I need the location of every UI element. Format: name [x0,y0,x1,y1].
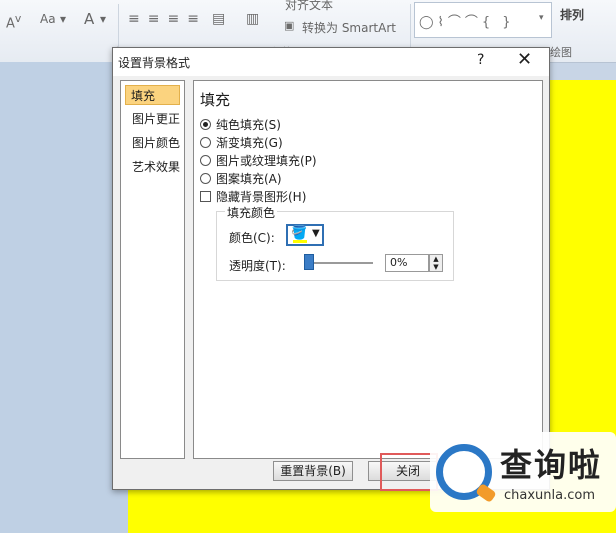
radio-selected[interactable] [200,118,211,130]
spin-up-icon[interactable]: ▲ [430,255,442,263]
justify-icon[interactable]: ▤ [212,11,225,27]
watermark-url: chaxunla.com [504,488,595,503]
color-swatch [293,240,307,243]
group-title: 填充颜色 [225,204,278,221]
option-label: 图片或纹理填充(P) [216,153,317,168]
align-icons[interactable]: ≡≡≡≡ [128,11,207,27]
format-background-dialog: 设置背景格式 ? ✕ 填充 图片更正 图片颜色 艺术效果 填充 纯色填充(S) … [112,47,550,491]
picture-texture-fill-option[interactable]: 图片或纹理填充(P) [200,152,317,168]
transparency-slider-track[interactable] [307,262,373,264]
shapes-gallery[interactable]: ◯⌇⌒⌒{ } ▾ [414,2,552,38]
nav-item-picture-corrections[interactable]: 图片更正 [128,109,183,129]
checkbox[interactable] [200,190,211,202]
nav-item-fill[interactable]: 填充 [125,85,180,105]
columns-icon[interactable]: ▥ [246,11,259,27]
shapes-icon[interactable]: ◯⌇⌒⌒{ } [419,11,515,30]
magnifier-logo-icon [436,444,492,500]
drawing-group-label: 绘图 [550,46,572,59]
workspace-background [0,62,128,533]
nav-item-artistic-effects[interactable]: 艺术效果 [128,157,183,177]
smartart-icon: ▣ [284,19,295,32]
fill-panel: 填充 纯色填充(S) 渐变填充(G) 图片或纹理填充(P) 图案填充(A) 隐藏… [193,80,543,459]
spin-down-icon[interactable]: ▼ [430,263,442,271]
reset-background-button[interactable]: 重置背景(B) [273,461,353,481]
option-label: 渐变填充(G) [216,135,283,150]
paint-bucket-icon: 🪣 [291,226,308,241]
arrange-button[interactable]: 排列 [560,6,584,23]
pattern-fill-option[interactable]: 图案填充(A) [200,170,282,186]
align-text-button[interactable]: 对齐文本 [285,0,333,13]
smartart-button[interactable]: 转换为 SmartArt [302,19,396,36]
hide-background-graphics-option[interactable]: 隐藏背景图形(H) [200,188,306,204]
option-label: 隐藏背景图形(H) [216,189,307,204]
help-button[interactable]: ? [477,52,484,68]
radio-unselected[interactable] [200,154,211,166]
gradient-fill-option[interactable]: 渐变填充(G) [200,134,283,150]
font-size-icon[interactable]: Av [6,12,21,31]
radio-unselected[interactable] [200,136,211,148]
dialog-title: 设置背景格式 [118,56,191,70]
section-title: 填充 [200,91,231,109]
category-list: 填充 图片更正 图片颜色 艺术效果 [120,80,185,459]
transparency-label: 透明度(T): [229,259,286,273]
transparency-input[interactable]: 0% [385,254,429,272]
fill-color-group: 填充颜色 颜色(C): 🪣 ▼ 透明度(T): 0% ▲ ▼ [216,204,454,281]
font-case-button[interactable]: Aa [40,12,56,26]
gallery-more-icon[interactable]: ▾ [539,13,544,23]
dialog-titlebar[interactable]: 设置背景格式 ? ✕ [113,48,549,76]
chevron-down-icon[interactable]: ▾ [60,12,66,26]
font-color-button[interactable]: A [84,10,94,28]
close-icon[interactable]: ✕ [517,49,532,70]
watermark-title: 查询啦 [500,446,603,484]
solid-fill-option[interactable]: 纯色填充(S) [200,116,281,132]
radio-unselected[interactable] [200,172,211,184]
transparency-spinner[interactable]: ▲ ▼ [429,254,443,272]
option-label: 纯色填充(S) [216,117,281,132]
color-label: 颜色(C): [229,231,275,245]
transparency-slider-thumb[interactable] [304,254,314,270]
watermark: 查询啦 chaxunla.com [430,432,616,512]
color-picker-button[interactable]: 🪣 ▼ [286,224,324,246]
nav-item-picture-color[interactable]: 图片颜色 [128,133,183,153]
option-label: 图案填充(A) [216,171,282,186]
chevron-down-icon[interactable]: ▾ [100,12,106,26]
chevron-down-icon: ▼ [312,228,320,239]
